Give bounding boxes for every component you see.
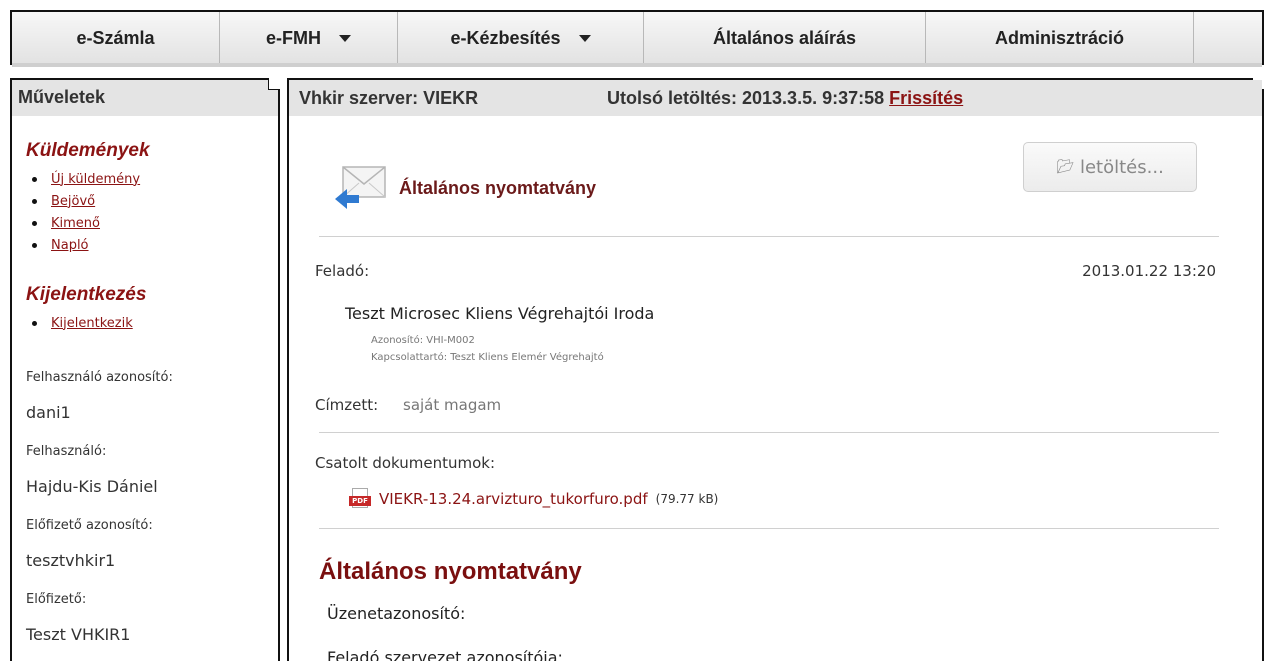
attachment-link[interactable]: VIEKR-13.24.arvizturo_tukorfuro.pdf xyxy=(379,490,648,508)
divider xyxy=(319,528,1219,529)
list-item: Új küldemény xyxy=(32,168,140,190)
divider xyxy=(319,432,1219,433)
nav-e-fmh[interactable]: e-FMH xyxy=(220,12,398,65)
server-label: Vhkir szerver: VIEKR xyxy=(299,88,479,108)
sidebar-title: Műveletek xyxy=(12,80,278,116)
message-date: 2013.01.22 13:20 xyxy=(1082,262,1216,280)
document-title: Általános nyomtatvány xyxy=(399,178,597,198)
nav-e-szamla[interactable]: e-Számla xyxy=(12,12,220,65)
caret-down-icon xyxy=(339,35,351,42)
nav-divider xyxy=(12,63,1262,67)
list-item: Kijelentkezik xyxy=(32,312,133,334)
nav-adminisztracio[interactable]: Adminisztráció xyxy=(926,12,1194,65)
refresh-link[interactable]: Frissítés xyxy=(889,88,963,108)
subscriber-value: Teszt VHKIR1 xyxy=(26,625,131,644)
download-button[interactable]: 📂︎ letöltés... xyxy=(1023,142,1197,192)
nav-label: e-Számla xyxy=(76,28,155,48)
divider xyxy=(319,236,1219,237)
message-id-label: Üzenetazonosító: xyxy=(327,604,466,623)
link-kimeno[interactable]: Kimenő xyxy=(51,216,100,231)
sender-contact: Kapcsolattartó: Teszt Kliens Elemér Végr… xyxy=(371,352,604,363)
subscriber-id-value: tesztvhkir1 xyxy=(26,551,116,570)
nav-altalanos-alairas[interactable]: Általános aláírás xyxy=(644,12,926,65)
kuldemenyek-list: Új küldemény Bejövő Kimenő Napló xyxy=(32,168,140,256)
list-item: Bejövő xyxy=(32,190,140,212)
nav-e-kezbesites[interactable]: e-Kézbesítés xyxy=(398,12,644,65)
nav-label: e-FMH xyxy=(266,28,321,48)
attachment-item: PDF VIEKR-13.24.arvizturo_tukorfuro.pdf … xyxy=(349,488,718,510)
subscriber-label: Előfizető: xyxy=(26,592,87,607)
main-header: Vhkir szerver: VIEKR Utolsó letöltés: 20… xyxy=(289,80,1262,116)
user-name-label: Felhasználó: xyxy=(26,444,107,459)
sender-label: Feladó: xyxy=(315,262,370,280)
pdf-file-icon: PDF xyxy=(349,488,373,510)
section-title-kijelentkezes: Kijelentkezés xyxy=(26,284,147,305)
user-name-value: Hajdu-Kis Dániel xyxy=(26,477,158,496)
section-title-kuldemenyek: Küldemények xyxy=(26,140,150,161)
list-item: Kimenő xyxy=(32,212,140,234)
sender-id: Azonosító: VHI-M002 xyxy=(371,335,475,346)
last-download: Utolsó letöltés: 2013.3.5. 9:37:58 Friss… xyxy=(607,88,963,109)
recipient-value: saját magam xyxy=(403,396,502,414)
last-download-text: Utolsó letöltés: 2013.3.5. 9:37:58 xyxy=(607,88,885,108)
top-navigation: e-Számla e-FMH e-Kézbesítés Általános al… xyxy=(10,10,1264,67)
download-button-label: letöltés... xyxy=(1079,156,1164,178)
form-title: Általános nyomtatvány xyxy=(319,558,582,585)
user-id-label: Felhasználó azonosító: xyxy=(26,370,173,385)
nav-label: Adminisztráció xyxy=(994,28,1125,48)
subscriber-id-label: Előfizető azonosító: xyxy=(26,518,153,533)
envelope-incoming-icon xyxy=(335,166,386,209)
link-bejovo[interactable]: Bejövő xyxy=(51,194,95,209)
nav-label: e-Kézbesítés xyxy=(450,28,561,48)
sidebar-panel: Műveletek Küldemények Új küldemény Bejöv… xyxy=(10,78,280,661)
link-uj-kuldemeny[interactable]: Új küldemény xyxy=(51,172,140,187)
user-id-value: dani1 xyxy=(26,403,71,422)
sender-name: Teszt Microsec Kliens Végrehajtói Iroda xyxy=(345,304,655,323)
corner-fold xyxy=(268,78,280,90)
folder-open-icon: 📂︎ xyxy=(1056,159,1074,175)
recipient-label: Címzett: xyxy=(315,396,379,414)
list-item: Napló xyxy=(32,234,140,256)
link-kijelentkezik[interactable]: Kijelentkezik xyxy=(51,316,133,331)
main-panel: Vhkir szerver: VIEKR Utolsó letöltés: 20… xyxy=(287,78,1264,661)
nav-label: Általános aláírás xyxy=(712,28,857,48)
kijelentkezes-list: Kijelentkezik xyxy=(32,312,133,334)
attachment-size: (79.77 kB) xyxy=(655,492,719,506)
sender-org-id-label: Feladó szervezet azonosítója: xyxy=(327,648,563,661)
attachments-label: Csatolt dokumentumok: xyxy=(315,454,496,472)
caret-down-icon xyxy=(578,35,591,42)
link-naplo[interactable]: Napló xyxy=(51,238,89,253)
